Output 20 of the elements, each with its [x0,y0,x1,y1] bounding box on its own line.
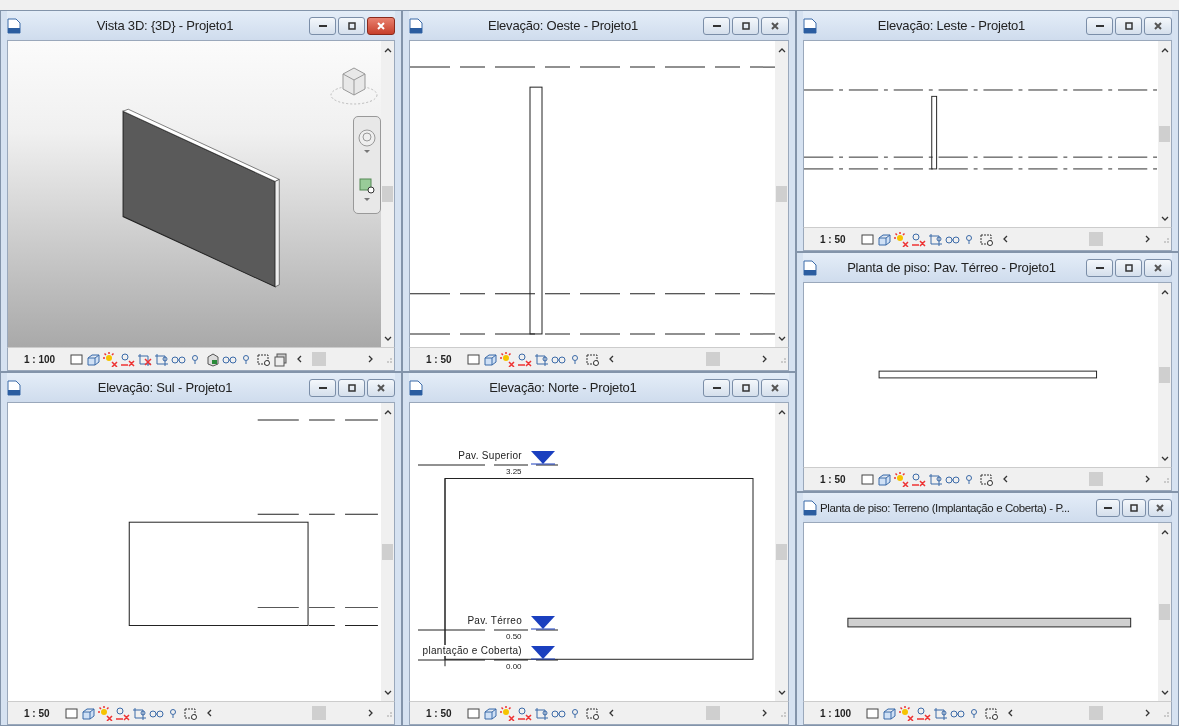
scale-label[interactable]: 1 : 100 [24,353,56,365]
window-title: Elevação: Sul - Projeto1 [96,380,234,395]
level-elevation: 0.00 [506,662,522,672]
level-name: plantação e Coberta) [422,645,522,657]
scale-label[interactable]: 1 : 100 [820,707,852,719]
level-elevation: 0.50 [506,632,522,642]
window-title: Planta de piso: Pav. Térreo - Projeto1 [846,260,1057,275]
level-name: Pav. Superior [458,449,522,461]
window-title: Elevação: Oeste - Projeto1 [486,18,640,33]
scale-label[interactable]: 1 : 50 [426,707,452,719]
scale-label[interactable]: 1 : 50 [820,233,846,245]
scale-label[interactable]: 1 : 50 [820,473,846,485]
scale-label[interactable]: 1 : 50 [426,353,452,365]
window-title: Vista 3D: {3D} - Projeto1 [95,18,235,33]
level-elevation: 3.25 [506,466,522,476]
window-title: Elevação: Leste - Projeto1 [876,18,1027,33]
scale-label[interactable]: 1 : 50 [24,707,50,719]
level-name: Pav. Térreo [467,615,522,627]
window-title: Elevação: Norte - Projeto1 [488,380,638,395]
window-title: Planta de piso: Terreno (Implantação e Coberta) - P... [820,501,1071,514]
